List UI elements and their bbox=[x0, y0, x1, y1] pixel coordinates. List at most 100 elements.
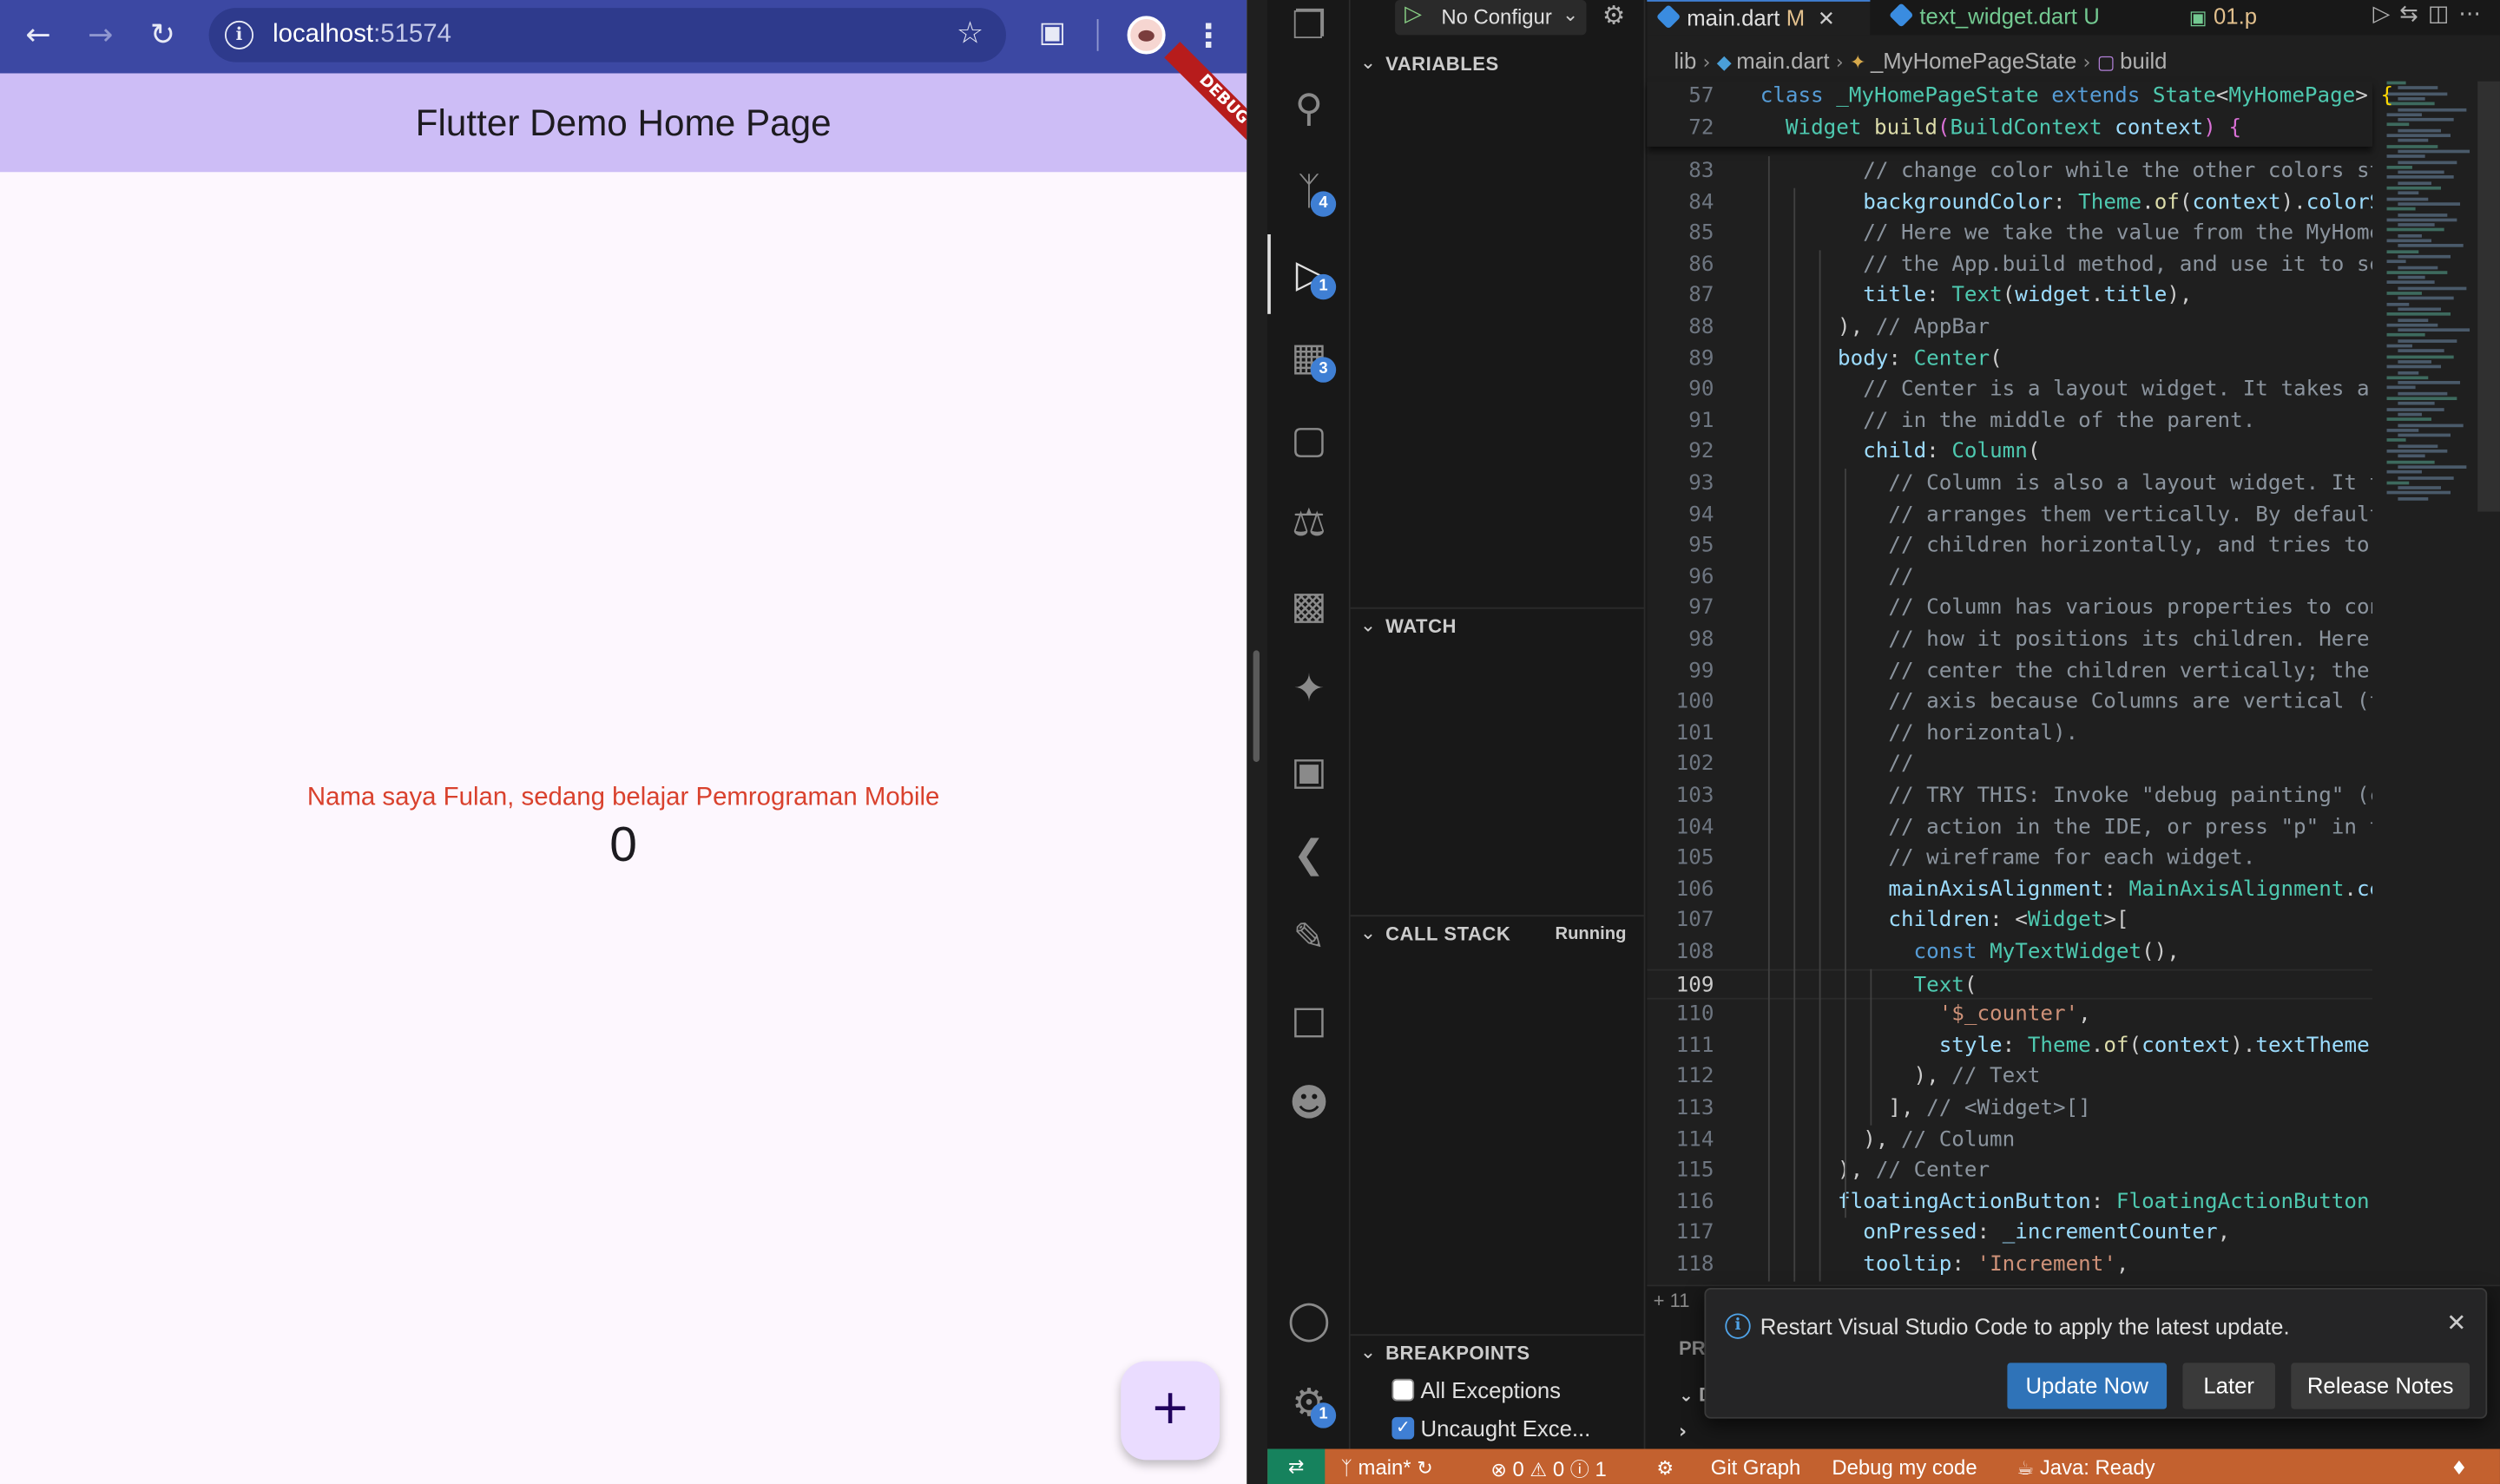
folded-lines-hint[interactable]: + 11 bbox=[1654, 1290, 1690, 1312]
code-line[interactable]: 104 // action in the IDE, or press "p" i… bbox=[1647, 812, 2372, 844]
sync-icon[interactable]: ↻ bbox=[1417, 1457, 1432, 1480]
scan-person-icon[interactable]: □ bbox=[1267, 981, 1351, 1060]
code-line[interactable]: 85 // Here we take the value from the My… bbox=[1647, 219, 2372, 250]
problems-indicator[interactable]: ⊗ 0 ⚠ 0 ⓘ 1 bbox=[1490, 1455, 1606, 1482]
arrow-left-icon[interactable]: ← bbox=[19, 16, 57, 54]
remote-indicator-icon[interactable]: ⇄ bbox=[1267, 1448, 1326, 1484]
java-status[interactable]: ☕ Java: Ready bbox=[2016, 1455, 2155, 1480]
chevron-right-icon[interactable]: › bbox=[1679, 1420, 1687, 1442]
code-line[interactable]: 95 // children horizontally, and tries t… bbox=[1647, 531, 2372, 562]
code-line[interactable]: 112 ), // Text bbox=[1647, 1062, 2372, 1093]
code-line[interactable]: 91 // in the middle of the parent. bbox=[1647, 406, 2372, 437]
breadcrumb-file[interactable]: main.dart bbox=[1736, 48, 1829, 73]
flutter-icon[interactable]: ❮ bbox=[1267, 815, 1351, 895]
start-debug-icon[interactable]: ▷ bbox=[1405, 2, 1422, 27]
breakpoint-uncaught-exceptions[interactable]: ✓ Uncaught Exce... bbox=[1391, 1412, 1590, 1444]
sticky-line[interactable]: 72 Widget build(BuildContext context) { bbox=[1647, 113, 2372, 144]
compare-changes-icon[interactable]: ⇆ bbox=[2399, 2, 2428, 27]
code-line[interactable]: 89 body: Center( bbox=[1647, 344, 2372, 375]
star-icon[interactable]: ☆ bbox=[957, 16, 984, 50]
testing-flask-icon[interactable]: ⚖ bbox=[1267, 483, 1351, 563]
breadcrumb-method[interactable]: build bbox=[2120, 48, 2167, 73]
code-line[interactable]: 101 // horizontal). bbox=[1647, 719, 2372, 750]
release-notes-button[interactable]: Release Notes bbox=[2291, 1363, 2470, 1409]
code-line[interactable]: 110 '$_counter', bbox=[1647, 1000, 2372, 1031]
call-stack-section-header[interactable]: ⌄ CALL STACK Running bbox=[1350, 915, 1646, 949]
breakpoints-section-header[interactable]: ⌄ BREAKPOINTS bbox=[1350, 1334, 1646, 1369]
code-line[interactable]: 100 // axis because Columns are vertical… bbox=[1647, 687, 2372, 719]
variables-section-header[interactable]: ⌄ VARIABLES bbox=[1351, 46, 1646, 81]
code-line[interactable]: 117 onPressed: _incrementCounter, bbox=[1647, 1218, 2372, 1250]
split-grip-handle[interactable] bbox=[1253, 650, 1260, 762]
checkbox-checked[interactable]: ✓ bbox=[1391, 1416, 1415, 1440]
arrow-right-icon[interactable]: → bbox=[82, 16, 120, 54]
code-line[interactable]: 107 children: <Widget>[ bbox=[1647, 906, 2372, 937]
remote-explorer-icon[interactable]: ▢ bbox=[1267, 400, 1351, 480]
code-line[interactable]: 108 const MyTextWidget(), bbox=[1647, 937, 2372, 969]
code-line[interactable]: 88 ), // AppBar bbox=[1647, 312, 2372, 344]
panel-tab-partial[interactable]: PR bbox=[1679, 1337, 1706, 1360]
pen-icon[interactable]: ✎ bbox=[1267, 897, 1351, 977]
minimap[interactable] bbox=[2380, 81, 2476, 512]
tab-main-dart[interactable]: main.dart M ✕ bbox=[1647, 0, 1871, 36]
close-icon[interactable]: ✕ bbox=[2446, 1309, 2466, 1337]
code-line[interactable]: 87 title: Text(widget.title), bbox=[1647, 281, 2372, 312]
update-now-button[interactable]: Update Now bbox=[2007, 1363, 2168, 1409]
accounts-icon[interactable]: ◯ bbox=[1267, 1280, 1351, 1360]
extensions-icon[interactable]: ▣ bbox=[1033, 16, 1071, 54]
code-line[interactable]: 113 ], // <Widget>[] bbox=[1647, 1093, 2372, 1125]
explorer-icon[interactable]: ❐ bbox=[1267, 0, 1351, 65]
code-line[interactable]: 105 // wireframe for each widget. bbox=[1647, 844, 2372, 875]
chevron-down-icon[interactable]: ⌄ bbox=[1562, 3, 1578, 26]
more-actions-icon[interactable]: ⋯ bbox=[2458, 2, 2490, 27]
code-line[interactable]: 94 // arranges them vertically. By defau… bbox=[1647, 500, 2372, 531]
code-line[interactable]: 114 ), // Column bbox=[1647, 1125, 2372, 1156]
tab-image-file[interactable]: ▣ 01.p bbox=[2176, 0, 2288, 35]
branch-indicator[interactable]: ᛉ main* ↻ bbox=[1341, 1455, 1433, 1480]
profile-avatar[interactable] bbox=[1127, 16, 1166, 55]
code-line[interactable]: 97 // Column has various properties to c… bbox=[1647, 594, 2372, 625]
checkbox-unchecked[interactable] bbox=[1391, 1378, 1415, 1402]
code-line[interactable]: 99 // center the children vertically; th… bbox=[1647, 656, 2372, 687]
code-line[interactable]: 83 // change color while the other color… bbox=[1647, 156, 2372, 187]
code-line[interactable]: 98 // how it positions its children. Her… bbox=[1647, 625, 2372, 656]
sticky-scroll-header[interactable]: 57 class _MyHomePageState extends State<M… bbox=[1647, 81, 2393, 147]
code-line[interactable]: 118 tooltip: 'Increment', bbox=[1647, 1250, 2372, 1281]
watch-section-header[interactable]: ⌄ WATCH bbox=[1350, 607, 1646, 642]
breakpoint-all-exceptions[interactable]: All Exceptions bbox=[1391, 1374, 1561, 1406]
paint-roller-icon[interactable]: ▩ bbox=[1267, 566, 1351, 646]
settings-gear-icon[interactable]: ⚙ 1 bbox=[1267, 1363, 1351, 1442]
package-cube-icon[interactable]: ▣ bbox=[1267, 732, 1351, 811]
code-line[interactable]: 103 // TRY THIS: Invoke "debug painting"… bbox=[1647, 781, 2372, 812]
python-icon[interactable]: ✦ bbox=[1267, 649, 1351, 729]
run-debug-icon[interactable]: ▷ 1 bbox=[1267, 233, 1351, 314]
launch-config-gear-icon[interactable]: ⚙ bbox=[1602, 0, 1625, 30]
code-line[interactable]: 102 // bbox=[1647, 750, 2372, 781]
close-icon[interactable]: ✕ bbox=[1818, 8, 1835, 32]
git-graph-button[interactable]: Git Graph bbox=[1711, 1455, 1801, 1480]
code-line[interactable]: 116 floatingActionButton: FloatingAction… bbox=[1647, 1187, 2372, 1218]
kebab-menu-icon[interactable]: ⋮ bbox=[1193, 16, 1225, 54]
code-line[interactable]: 109 Text( bbox=[1647, 968, 2373, 1000]
notifications-bell-icon[interactable]: ♦ bbox=[2451, 1455, 2468, 1480]
code-line[interactable]: 111 style: Theme.of(context).textTheme. bbox=[1647, 1031, 2372, 1062]
code-line[interactable]: 90 // Center is a layout widget. It take… bbox=[1647, 375, 2372, 406]
code-line[interactable]: 92 child: Column( bbox=[1647, 437, 2372, 469]
breadcrumb-class[interactable]: _MyHomePageState bbox=[1871, 48, 2076, 73]
extensions-icon[interactable]: ▦ 3 bbox=[1267, 318, 1351, 397]
breadcrumb-lib[interactable]: lib bbox=[1674, 48, 1697, 73]
search-icon[interactable]: ⚲ bbox=[1267, 69, 1351, 148]
code-line[interactable]: 106 mainAxisAlignment: MainAxisAlignment… bbox=[1647, 875, 2372, 906]
site-info-icon[interactable]: i bbox=[224, 20, 254, 49]
split-editor-icon[interactable]: ◫ bbox=[2428, 2, 2458, 27]
run-icon[interactable]: ▷ bbox=[2372, 2, 2399, 27]
copilot-icon[interactable]: ☻ bbox=[1267, 1063, 1351, 1143]
source-control-icon[interactable]: ᛉ4 bbox=[1267, 151, 1351, 231]
code-line[interactable]: 86 // the App.build method, and use it t… bbox=[1647, 250, 2372, 281]
code-line[interactable]: 115 ), // Center bbox=[1647, 1156, 2372, 1187]
address-bar[interactable]: i localhost:51574 ☆ bbox=[208, 8, 1006, 62]
code-line[interactable]: 93 // Column is also a layout widget. It… bbox=[1647, 469, 2372, 500]
increment-fab-button[interactable]: + bbox=[1121, 1361, 1220, 1461]
later-button[interactable]: Later bbox=[2182, 1363, 2275, 1409]
code-editor[interactable]: 83 // change color while the other color… bbox=[1647, 155, 2373, 1282]
